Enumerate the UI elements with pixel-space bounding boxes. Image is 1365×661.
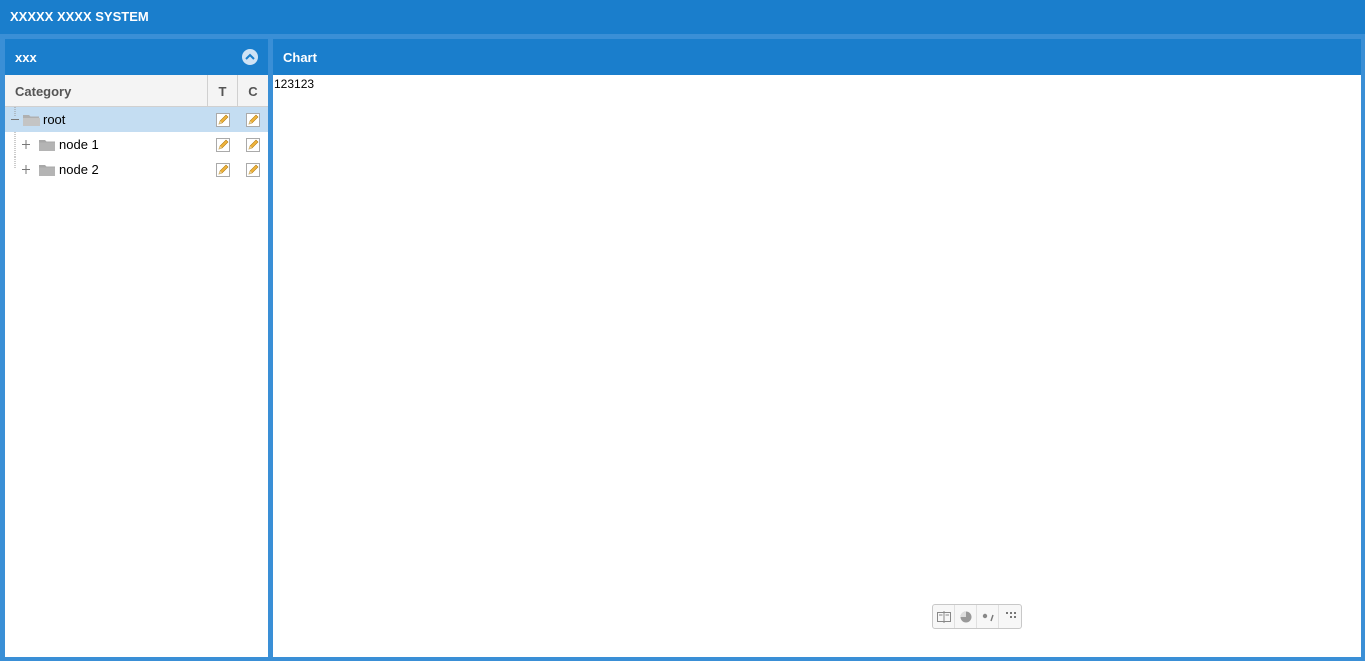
column-header-c[interactable]: C — [238, 75, 268, 106]
edit-t-icon[interactable] — [216, 162, 230, 177]
tree-expand-icon[interactable] — [5, 132, 39, 157]
edit-t-icon[interactable] — [216, 112, 230, 127]
restore-icon — [1006, 611, 1016, 618]
pie-chart-icon — [960, 611, 971, 622]
tree-row-root[interactable]: root — [5, 107, 268, 132]
category-panel-header: xxx — [5, 39, 268, 75]
edit-c-icon[interactable] — [246, 112, 260, 127]
tree-collapse-icon[interactable] — [9, 107, 23, 132]
edit-c-icon[interactable] — [246, 162, 260, 177]
tree-grid-header: Category T C — [5, 75, 268, 107]
column-header-category[interactable]: Category — [5, 75, 208, 106]
category-panel: xxx Category T C root node 1 node 2 — [5, 39, 268, 657]
app-title-bar: XXXXX XXXX SYSTEM — [0, 0, 1365, 34]
toolbox-restore[interactable] — [999, 605, 1021, 628]
toolbox-scatter[interactable] — [977, 605, 999, 628]
tree-node-label: node 1 — [59, 137, 99, 152]
category-panel-title: xxx — [15, 50, 37, 65]
chart-toolbox — [932, 604, 1022, 629]
column-header-t[interactable]: T — [208, 75, 238, 106]
tree-node-label: root — [43, 112, 66, 127]
tree-row-node-1[interactable]: node 1 — [5, 132, 268, 157]
edit-t-icon[interactable] — [216, 137, 230, 152]
chart-panel-title: Chart — [283, 50, 317, 65]
data-view-icon — [936, 610, 951, 623]
toolbox-pie[interactable] — [955, 605, 977, 628]
tree-expand-icon[interactable] — [5, 157, 39, 182]
toolbox-data-view[interactable] — [933, 605, 955, 628]
chart-panel: Chart 123123 — [273, 39, 1361, 657]
chevron-up-icon — [245, 53, 255, 60]
folder-open-icon — [23, 114, 40, 126]
app-title: XXXXX XXXX SYSTEM — [10, 9, 149, 24]
folder-icon — [39, 139, 55, 151]
tree-row-node-2[interactable]: node 2 — [5, 157, 268, 182]
folder-icon — [39, 164, 55, 176]
collapse-button[interactable] — [242, 49, 258, 65]
chart-panel-header: Chart — [273, 39, 1361, 75]
scatter-icon — [982, 613, 994, 621]
edit-c-icon[interactable] — [246, 137, 260, 152]
tree-node-label: node 2 — [59, 162, 99, 177]
chart-content-text: 123123 — [274, 77, 315, 91]
